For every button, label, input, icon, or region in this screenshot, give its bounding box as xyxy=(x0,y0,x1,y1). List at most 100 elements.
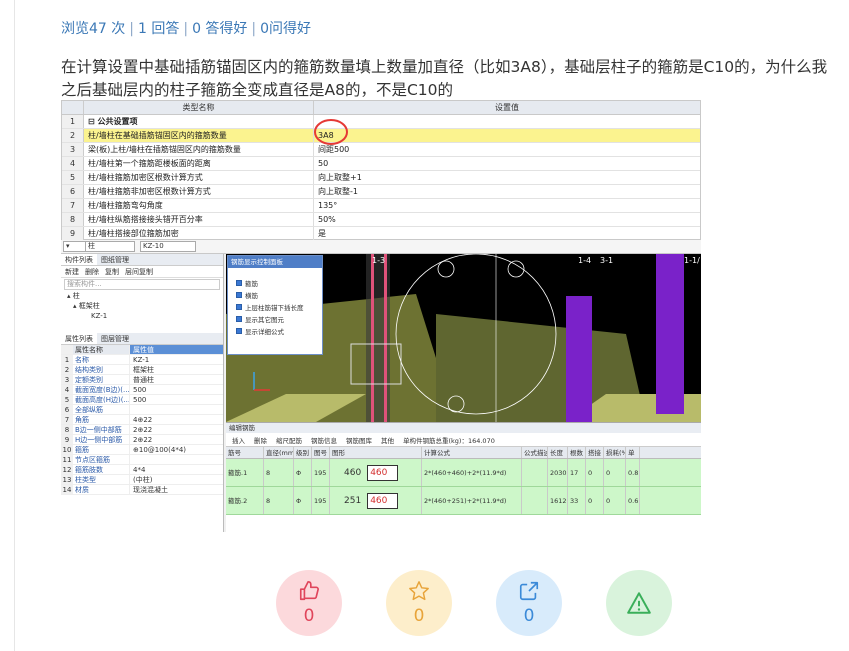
delete-button[interactable]: 删除 xyxy=(85,267,99,277)
component-toolbar: 新建 删除 复制 层间复制 xyxy=(61,266,223,278)
setting-value[interactable]: 3A8 xyxy=(314,129,700,142)
property-value[interactable]: 2⊕22 xyxy=(129,425,223,434)
good-question-count: 0问得好 xyxy=(260,21,312,37)
settings-row[interactable]: 2 柱/墙柱在基础插筋锚固区内的箍筋数量 3A8 xyxy=(62,129,700,143)
property-row[interactable]: 14 材质 现浇混凝土 xyxy=(61,485,223,495)
checkbox-checked-icon xyxy=(236,279,242,286)
property-index: 9 xyxy=(61,435,73,444)
rebar-formula-desc xyxy=(522,459,548,486)
tab-component-list[interactable]: 构件列表 xyxy=(61,254,97,265)
property-value[interactable]: 4*4 xyxy=(129,465,223,474)
property-value[interactable] xyxy=(129,405,223,414)
property-value[interactable]: 4⊕22 xyxy=(129,415,223,424)
property-value[interactable]: 现浇混凝土 xyxy=(129,485,223,494)
rebar-toolbar: 插入 删除 缩尺配筋 钢筋信息 钢筋图库 其他 单构件钢筋总重(kg)：164.… xyxy=(226,433,701,447)
rebar-library-button[interactable]: 钢筋图库 xyxy=(346,435,372,445)
floor-copy-button[interactable]: 层间复制 xyxy=(125,267,153,277)
other-button[interactable]: 其他 xyxy=(381,435,394,445)
property-row[interactable]: 9 H边一侧中部筋 2⊕22 xyxy=(61,435,223,445)
property-index: 6 xyxy=(61,405,73,414)
row-index: 1 xyxy=(62,115,84,128)
like-button[interactable]: 0 xyxy=(276,570,342,636)
property-row[interactable]: 12 箍筋肢数 4*4 xyxy=(61,465,223,475)
property-value[interactable] xyxy=(129,455,223,464)
favorite-count: 0 xyxy=(413,606,425,626)
property-value[interactable]: 500 xyxy=(129,385,223,394)
property-row[interactable]: 11 节点区箍筋 xyxy=(61,455,223,465)
tree-item-column[interactable]: ▴ 柱 xyxy=(61,291,223,301)
settings-row[interactable]: 6 柱/墙柱箍筋非加密区根数计算方式 向上取整-1 xyxy=(62,185,700,199)
tab-layer-manager[interactable]: 图层管理 xyxy=(97,333,133,344)
property-row[interactable]: 6 全部纵筋 xyxy=(61,405,223,415)
property-row[interactable]: 8 B边一侧中部筋 2⊕22 xyxy=(61,425,223,435)
option-show-other[interactable]: 显示其它图元 xyxy=(228,313,322,324)
checkbox-checked-icon xyxy=(236,303,242,310)
property-name: 材质 xyxy=(75,486,89,494)
property-row[interactable]: 3 定额类别 普通柱 xyxy=(61,375,223,385)
question-screenshot[interactable]: 类型名称 设置值 1 ⊟ 公共设置项 2 柱/墙柱在基础插筋锚固区内的箍筋数量 3A8 3… xyxy=(61,100,701,532)
option-upper-column[interactable]: 上层柱筋锚下插长度 xyxy=(228,301,322,312)
scale-rebar-button[interactable]: 缩尺配筋 xyxy=(276,435,302,445)
delete-rebar-button[interactable]: 删除 xyxy=(254,435,267,445)
report-button[interactable] xyxy=(606,570,672,636)
property-row[interactable]: 4 截面宽度(B边)(... 500 xyxy=(61,385,223,395)
property-row[interactable]: 5 截面高度(H边)(... 500 xyxy=(61,395,223,405)
property-value[interactable]: 2⊕22 xyxy=(129,435,223,444)
settings-row[interactable]: 5 柱/墙柱箍筋加密区根数计算方式 向上取整+1 xyxy=(62,171,700,185)
property-row[interactable]: 1 名称 KZ-1 xyxy=(61,355,223,365)
tree-item-kz1[interactable]: KZ-1 xyxy=(61,311,223,321)
settings-row[interactable]: 3 梁(板)上柱/墙柱在插筋锚固区内的箍筋数量 间距500 xyxy=(62,143,700,157)
option-transverse[interactable]: 横筋 xyxy=(228,289,322,300)
tab-drawing-manager[interactable]: 图纸管理 xyxy=(97,254,133,265)
settings-row[interactable]: 4 柱/墙柱第一个箍筋距楼板面的距离 50 xyxy=(62,157,700,171)
property-row[interactable]: 10 箍筋 ⊕10@100(4*4) xyxy=(61,445,223,455)
tree-item-frame-column[interactable]: ▴ 框架柱 xyxy=(61,301,223,311)
property-index: 11 xyxy=(61,455,73,464)
option-label: 箍筋 xyxy=(245,279,258,288)
settings-row[interactable]: 7 柱/墙柱箍筋弯勾角度 135° xyxy=(62,199,700,213)
insert-button[interactable]: 插入 xyxy=(232,435,245,445)
setting-value[interactable]: 是 xyxy=(314,227,700,240)
property-value[interactable]: ⊕10@100(4*4) xyxy=(129,445,223,454)
row-index: 4 xyxy=(62,157,84,170)
rebar-row[interactable]: 箍筋.1 8 Φ 195 460 460 2*(460+460)+2*(11.9*d) 203… xyxy=(226,459,701,487)
settings-row[interactable]: 9 柱/墙柱搭接部位箍筋加密是 xyxy=(62,227,700,241)
tab-property-list[interactable]: 属性列表 xyxy=(61,333,97,344)
setting-value[interactable]: 50 xyxy=(314,157,700,170)
property-index: 14 xyxy=(61,485,73,494)
rebar-info-button[interactable]: 钢筋信息 xyxy=(311,435,337,445)
setting-value[interactable]: 50% xyxy=(314,213,700,226)
component-search-input[interactable]: 搜索构件... xyxy=(64,279,220,290)
setting-value[interactable]: 135° xyxy=(314,199,700,212)
rebar-figure-no: 195 xyxy=(312,487,330,514)
property-value[interactable]: 框架柱 xyxy=(129,365,223,374)
new-button[interactable]: 新建 xyxy=(65,267,79,277)
component-dropdown[interactable]: KZ-10 xyxy=(140,241,196,252)
property-row[interactable]: 7 角筋 4⊕22 xyxy=(61,415,223,425)
property-value[interactable]: (中柱) xyxy=(129,475,223,484)
property-value[interactable]: 500 xyxy=(129,395,223,404)
property-value[interactable]: KZ-1 xyxy=(129,355,223,364)
property-name: 定额类别 xyxy=(75,376,103,384)
rebar-row[interactable]: 箍筋.2 8 Φ 195 251 460 2*(460+251)+2*(11.9*d) 161… xyxy=(226,487,701,515)
setting-value[interactable]: 间距500 xyxy=(314,143,700,156)
option-show-formula[interactable]: 显示详细公式 xyxy=(228,325,322,336)
setting-name: 柱/墙柱箍筋加密区根数计算方式 xyxy=(84,171,314,184)
setting-value[interactable]: 向上取整+1 xyxy=(314,171,700,184)
favorite-button[interactable]: 0 xyxy=(386,570,452,636)
like-count: 0 xyxy=(303,606,315,626)
answer-count[interactable]: 1 回答 xyxy=(138,21,179,37)
property-row[interactable]: 2 结构类别 框架柱 xyxy=(61,365,223,375)
property-row[interactable]: 13 柱类型 (中柱) xyxy=(61,475,223,485)
property-value[interactable]: 普通柱 xyxy=(129,375,223,384)
setting-value[interactable]: 向上取整-1 xyxy=(314,185,700,198)
option-label: 显示其它图元 xyxy=(245,315,284,324)
share-button[interactable]: 0 xyxy=(496,570,562,636)
settings-row[interactable]: 1 ⊟ 公共设置项 xyxy=(62,115,700,129)
option-stirrup[interactable]: 箍筋 xyxy=(228,277,322,288)
setting-value[interactable] xyxy=(314,115,700,128)
type-dropdown[interactable]: 柱 xyxy=(85,241,135,252)
row-index: 7 xyxy=(62,199,84,212)
settings-row[interactable]: 8 柱/墙柱纵筋搭接接头错开百分率 50% xyxy=(62,213,700,227)
copy-button[interactable]: 复制 xyxy=(105,267,119,277)
